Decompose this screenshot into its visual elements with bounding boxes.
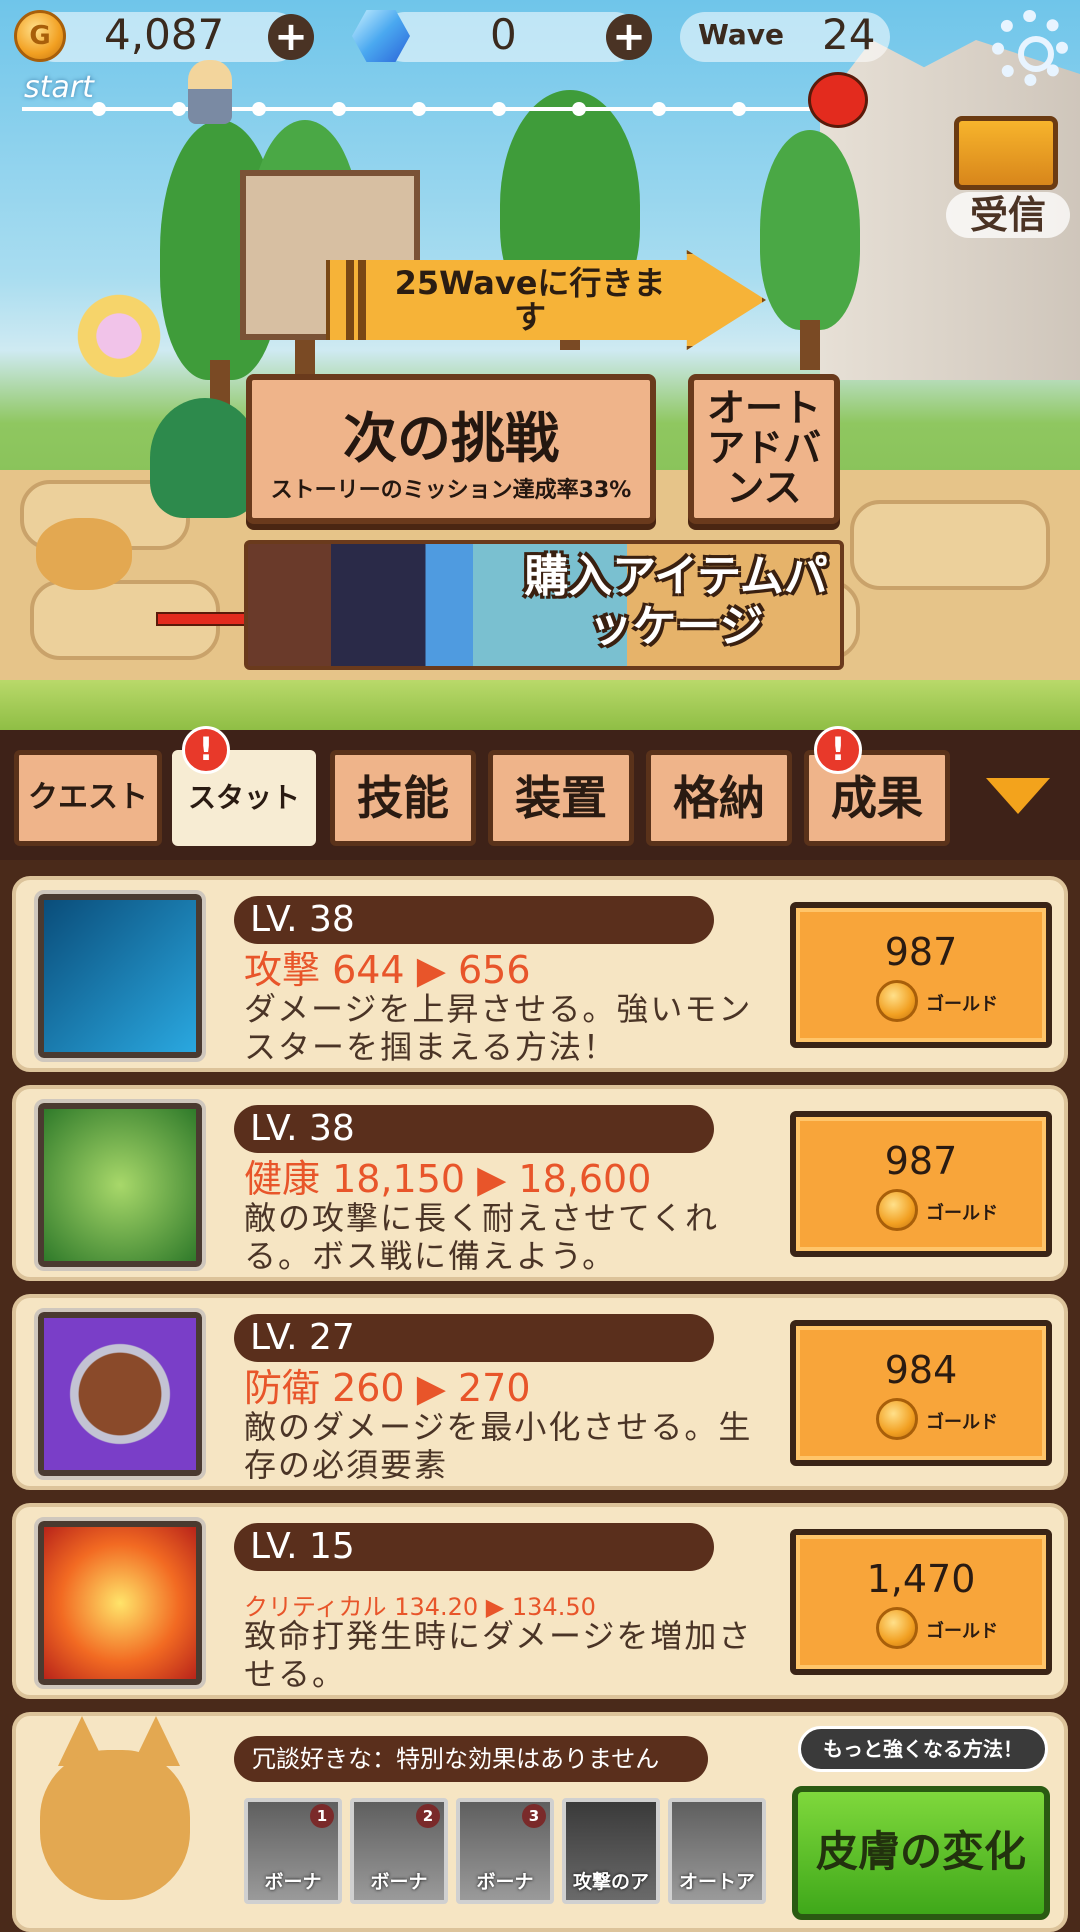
stat-value: 健康 18,150 ▶ 18,600 bbox=[244, 1157, 652, 1201]
stat-level: LV. 27 bbox=[234, 1314, 714, 1362]
chevron-down-icon[interactable] bbox=[986, 778, 1050, 814]
stat-description: 敵のダメージを最小化させる。生存の必須要素 bbox=[244, 1408, 753, 1484]
stat-value: 攻撃 644 ▶ 656 bbox=[244, 948, 531, 992]
package-banner-label: 購入アイテムパッケージ bbox=[524, 551, 828, 652]
power-up-tip-bubble[interactable]: もっと強くなる方法！ bbox=[798, 1726, 1048, 1772]
auto-slot[interactable]: オートア bbox=[668, 1798, 766, 1904]
tab-label: スタット bbox=[187, 781, 300, 814]
shield-icon bbox=[34, 1308, 206, 1480]
stat-row-critical: LV. 15 クリティカル 134.20 ▶ 134.50 致命打発生時にダメー… bbox=[12, 1503, 1068, 1699]
stat-row-health: LV. 38 健康 18,150 ▶ 18,600 敵の攻撃に長く耐えさせてくれ… bbox=[12, 1085, 1068, 1281]
upgrade-attack-button[interactable]: 987 ゴールド bbox=[790, 902, 1052, 1048]
challenge-progress-text: ストーリーのミッション達成率33% bbox=[270, 478, 632, 503]
currency-label: ゴールド bbox=[926, 1412, 998, 1433]
upgrade-price: 1,470 bbox=[866, 1557, 976, 1601]
tab-label: 装置 bbox=[515, 771, 607, 825]
bonus-slot[interactable]: 1 ボーナ bbox=[244, 1798, 342, 1904]
gold-coin-icon: G bbox=[14, 10, 66, 62]
upgrade-critical-button[interactable]: 1,470 ゴールド bbox=[790, 1529, 1052, 1675]
slot-number: 1 bbox=[310, 1804, 334, 1828]
add-gems-button[interactable]: + bbox=[606, 14, 652, 60]
currency-label: ゴールド bbox=[926, 1203, 998, 1224]
gold-coin-icon bbox=[876, 1398, 918, 1440]
gold-amount: 4,087 bbox=[104, 10, 225, 59]
upgrade-price: 984 bbox=[884, 1348, 958, 1392]
hero-hp-bar bbox=[156, 612, 246, 626]
slot-label: ボーナ bbox=[264, 1871, 322, 1893]
bonus-slot[interactable]: 2 ボーナ bbox=[350, 1798, 448, 1904]
stat-row-attack: LV. 38 攻撃 644 ▶ 656 ダメージを上昇させる。強いモンスターを掴… bbox=[12, 876, 1068, 1072]
next-wave-label[interactable]: 25Waveに行きます bbox=[390, 266, 670, 334]
slot-label: 攻撃のア bbox=[572, 1871, 649, 1893]
add-gold-button[interactable]: + bbox=[268, 14, 314, 60]
slot-label: ボーナ bbox=[370, 1871, 428, 1893]
treasure-chest-icon[interactable] bbox=[954, 116, 1058, 190]
bonus-slot[interactable]: 3 ボーナ bbox=[456, 1798, 554, 1904]
wave-progress-track bbox=[22, 102, 842, 116]
tab-equipment[interactable]: 装置 bbox=[488, 750, 634, 846]
stat-level: LV. 15 bbox=[234, 1523, 714, 1571]
progress-start-label: start bbox=[24, 70, 94, 105]
tab-storage[interactable]: 格納 bbox=[646, 750, 792, 846]
tab-label: 技能 bbox=[357, 771, 449, 825]
pet-effect-label: 冗談好きな：特別な効果はありません bbox=[234, 1736, 708, 1782]
receive-label[interactable]: 受信 bbox=[946, 192, 1070, 238]
auto-advance-button[interactable]: オートアドバンス bbox=[688, 374, 840, 524]
boss-devil-icon bbox=[808, 72, 868, 128]
tab-label: クエスト bbox=[28, 780, 148, 815]
slot-number: 2 bbox=[416, 1804, 440, 1828]
pet-cat-avatar[interactable] bbox=[40, 1750, 190, 1900]
settings-gear-icon[interactable] bbox=[992, 10, 1068, 86]
pet-cat-character bbox=[36, 518, 132, 590]
currency-label: ゴールド bbox=[926, 994, 998, 1015]
gold-coin-icon bbox=[876, 1607, 918, 1649]
critical-sword-icon bbox=[34, 1517, 206, 1689]
hero-progress-marker bbox=[188, 60, 232, 124]
arrow-stripes bbox=[346, 260, 366, 340]
tab-stat-alert-badge: ! bbox=[182, 726, 230, 774]
hooded-hero-character bbox=[150, 398, 260, 518]
upgrade-defense-button[interactable]: 984 ゴールド bbox=[790, 1320, 1052, 1466]
challenge-title: 次の挑戦 bbox=[343, 407, 559, 470]
slot-number: 3 bbox=[522, 1804, 546, 1828]
gold-coin-icon bbox=[876, 1189, 918, 1231]
tree bbox=[760, 130, 860, 370]
tab-achievement-alert-badge: ! bbox=[814, 726, 862, 774]
tab-label: 成果 bbox=[831, 771, 923, 825]
fairy-character bbox=[64, 286, 174, 386]
stat-description: 敵の攻撃に長く耐えさせてくれる。ボス戦に備えよう。 bbox=[244, 1199, 720, 1275]
grass bbox=[0, 680, 1080, 730]
tab-quest[interactable]: クエスト bbox=[14, 750, 162, 846]
sword-icon bbox=[34, 890, 206, 1062]
attack-slot[interactable]: 攻撃のア bbox=[562, 1798, 660, 1904]
wave-number: 24 bbox=[822, 10, 876, 59]
stat-level: LV. 38 bbox=[234, 1105, 714, 1153]
stat-value: 防衛 260 ▶ 270 bbox=[244, 1366, 531, 1410]
hero-icon bbox=[34, 1099, 206, 1271]
tab-skill[interactable]: 技能 bbox=[330, 750, 476, 846]
stat-level: LV. 38 bbox=[234, 896, 714, 944]
tab-label: 格納 bbox=[673, 771, 765, 825]
change-skin-button[interactable]: 皮膚の変化 bbox=[792, 1786, 1050, 1920]
upgrade-price: 987 bbox=[884, 1139, 958, 1183]
stat-row-defense: LV. 27 防衛 260 ▶ 270 敵のダメージを最小化させる。生存の必須要… bbox=[12, 1294, 1068, 1490]
upgrade-price: 987 bbox=[884, 930, 958, 974]
next-challenge-button[interactable]: 次の挑戦 ストーリーのミッション達成率33% bbox=[246, 374, 656, 524]
slot-label: オートア bbox=[678, 1871, 755, 1893]
upgrade-health-button[interactable]: 987 ゴールド bbox=[790, 1111, 1052, 1257]
gold-coin-icon bbox=[876, 980, 918, 1022]
wave-label: Wave bbox=[698, 18, 785, 51]
stat-description: ダメージを上昇させる。強いモンスターを掴まえる方法！ bbox=[244, 990, 753, 1066]
slot-label: ボーナ bbox=[476, 1871, 534, 1893]
currency-label: ゴールド bbox=[926, 1621, 998, 1642]
stat-description: 致命打発生時にダメージを増加させる。 bbox=[244, 1617, 753, 1693]
gem-amount: 0 bbox=[490, 10, 517, 59]
